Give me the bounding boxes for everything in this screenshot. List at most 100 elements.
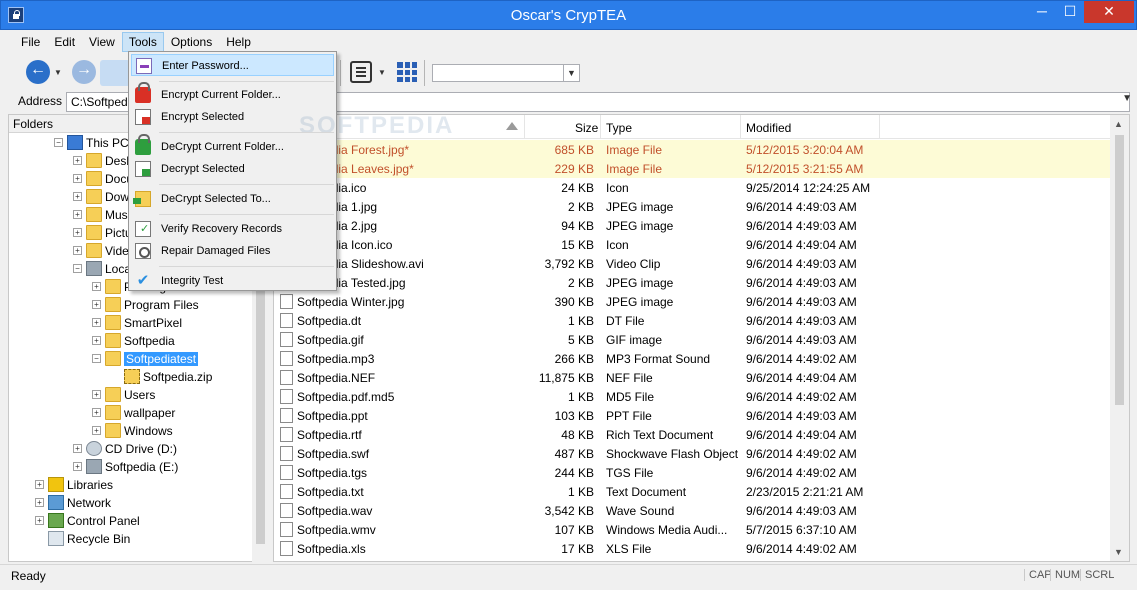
- col-header-size[interactable]: Size: [575, 121, 598, 135]
- forward-arrow-icon[interactable]: [72, 60, 96, 84]
- expand-icon[interactable]: +: [73, 462, 82, 471]
- tree-item[interactable]: + Users: [9, 386, 252, 404]
- menu-help[interactable]: Help: [219, 32, 258, 52]
- tree-item[interactable]: + CD Drive (D:): [9, 440, 252, 458]
- tree-item[interactable]: + wallpaper: [9, 404, 252, 422]
- file-row[interactable]: Softpedia.txt 1 KB Text Document 2/23/2015 …: [274, 482, 1110, 501]
- file-row[interactable]: Softpedia Icon.ico 15 KB Icon 9/6/2014 4:49…: [274, 235, 1110, 254]
- file-row[interactable]: Softpedia 2.jpg 94 KB JPEG image 9/6/2014 4…: [274, 216, 1110, 235]
- file-row[interactable]: Softpedia.ppt 103 KB PPT File 9/6/2014 4:49…: [274, 406, 1110, 425]
- collapse-icon[interactable]: −: [92, 354, 101, 363]
- file-row[interactable]: Softpedia.tgs 244 KB TGS File 9/6/2014 4:49…: [274, 463, 1110, 482]
- expand-icon[interactable]: +: [92, 408, 101, 417]
- file-row[interactable]: Softpedia Winter.jpg 390 KB JPEG image 9/6/…: [274, 292, 1110, 311]
- menu-file[interactable]: File: [14, 32, 47, 52]
- tree-item[interactable]: − Softpediatest: [9, 350, 252, 368]
- doc-unlock-icon: [135, 161, 151, 177]
- grid-view-icon[interactable]: [397, 62, 417, 82]
- tree-item[interactable]: + Windows: [9, 422, 252, 440]
- file-row[interactable]: Softpedia.swf 487 KB Shockwave Flash Objec…: [274, 444, 1110, 463]
- file-row[interactable]: Softpedia.dt 1 KB DT File 9/6/2014 4:49:03 …: [274, 311, 1110, 330]
- maximize-button[interactable]: ☐: [1056, 1, 1084, 23]
- back-arrow-icon[interactable]: [26, 60, 50, 84]
- menu-encrypt-current-folder[interactable]: Encrypt Current Folder...: [131, 82, 334, 106]
- menu-integrity-test[interactable]: ✔ Integrity Test: [131, 270, 334, 292]
- chevron-down-icon[interactable]: ▼: [563, 65, 579, 81]
- expand-icon[interactable]: +: [92, 282, 101, 291]
- file-row[interactable]: Softpedia Forest.jpg* 685 KB Image File 5/1…: [274, 140, 1110, 159]
- close-button[interactable]: ✕: [1084, 1, 1134, 23]
- file-icon: [280, 370, 293, 385]
- view-dropdown-icon[interactable]: ▼: [378, 68, 386, 77]
- file-row[interactable]: Softpedia.xls 17 KB XLS File 9/6/2014 4:49:…: [274, 539, 1110, 558]
- file-row[interactable]: Softpedia Slideshow.avi 3,792 KB Video Cli…: [274, 254, 1110, 273]
- menu-item-label: Repair Damaged Files: [161, 245, 271, 257]
- files-scrollbar[interactable]: ▲ ▼: [1110, 115, 1129, 561]
- col-header-modified[interactable]: Modified: [746, 121, 791, 135]
- tree-item[interactable]: + SmartPixel: [9, 314, 252, 332]
- tree-item[interactable]: + Libraries: [9, 476, 252, 494]
- file-row[interactable]: Softpedia Leaves.jpg* 229 KB Image File 5/1…: [274, 159, 1110, 178]
- file-row[interactable]: Softpedia.wav 3,542 KB Wave Sound 9/6/2014 …: [274, 501, 1110, 520]
- file-row[interactable]: Softpedia Tested.jpg 2 KB JPEG image 9/6/20…: [274, 273, 1110, 292]
- address-chevron-down-icon[interactable]: ▼: [1122, 93, 1132, 104]
- expand-icon[interactable]: +: [73, 156, 82, 165]
- file-row[interactable]: Softpedia.rtf 48 KB Rich Text Document 9/6/…: [274, 425, 1110, 444]
- folder-up-icon[interactable]: [100, 60, 130, 86]
- file-row[interactable]: Softpedia.ico24 KBIcon9/25/2014 12:24:25…: [274, 178, 1110, 197]
- menu-edit[interactable]: Edit: [47, 32, 82, 52]
- tree-item[interactable]: + Network: [9, 494, 252, 512]
- scroll-down-icon[interactable]: ▼: [1114, 547, 1123, 557]
- file-row[interactable]: Softpedia.pdf.md5 1 KB MD5 File 9/6/2014 4:…: [274, 387, 1110, 406]
- menu-enter-password[interactable]: Enter Password...: [131, 54, 334, 76]
- file-row[interactable]: Softpedia 1.jpg 2 KB JPEG image 9/6/2014 4:…: [274, 197, 1110, 216]
- col-header-type[interactable]: Type: [606, 121, 632, 135]
- expand-icon[interactable]: +: [73, 210, 82, 219]
- menu-decrypt-current-folder[interactable]: DeCrypt Current Folder...: [131, 134, 334, 158]
- collapse-icon[interactable]: −: [73, 264, 82, 273]
- file-row[interactable]: Softpedia.NEF 11,875 KB NEF File 9/6/2014 4…: [274, 368, 1110, 387]
- tree-item[interactable]: + Softpedia: [9, 332, 252, 350]
- expand-icon[interactable]: +: [73, 174, 82, 183]
- column-divider[interactable]: [740, 115, 741, 139]
- expand-icon[interactable]: +: [73, 228, 82, 237]
- collapse-icon[interactable]: −: [54, 138, 63, 147]
- file-row[interactable]: Softpedia.mp3 266 KB MP3 Format Sound 9/6/2…: [274, 349, 1110, 368]
- minimize-button[interactable]: ─: [1028, 1, 1056, 23]
- file-row[interactable]: Softpedia.wmv 107 KB Windows Media Audi...…: [274, 520, 1110, 539]
- expand-icon[interactable]: +: [92, 390, 101, 399]
- tree-item[interactable]: Softpedia.zip: [9, 368, 252, 386]
- column-divider[interactable]: [879, 115, 880, 139]
- list-view-icon[interactable]: [350, 61, 372, 83]
- expand-icon[interactable]: +: [92, 318, 101, 327]
- menu-decrypt-selected[interactable]: Decrypt Selected: [131, 158, 334, 180]
- expand-icon[interactable]: +: [92, 300, 101, 309]
- menu-view[interactable]: View: [82, 32, 122, 52]
- tree-item[interactable]: + Program Files: [9, 296, 252, 314]
- expand-icon[interactable]: +: [73, 246, 82, 255]
- toolbar-combo[interactable]: ▼: [432, 64, 580, 82]
- column-divider[interactable]: [524, 115, 525, 139]
- menu-verify-recovery-records[interactable]: Verify Recovery Records: [131, 218, 334, 240]
- tree-item[interactable]: + Control Panel: [9, 512, 252, 530]
- expand-icon[interactable]: +: [35, 516, 44, 525]
- tree-item[interactable]: + Softpedia (E:): [9, 458, 252, 476]
- back-dropdown-icon[interactable]: ▼: [54, 68, 62, 77]
- expand-icon[interactable]: +: [35, 480, 44, 489]
- file-row[interactable]: Softpedia.gif 5 KB GIF image 9/6/2014 4:49:…: [274, 330, 1110, 349]
- menu-repair-damaged-files[interactable]: Repair Damaged Files: [131, 240, 334, 262]
- menu-options[interactable]: Options: [164, 32, 219, 52]
- expand-icon[interactable]: +: [73, 444, 82, 453]
- scroll-up-icon[interactable]: ▲: [1114, 119, 1123, 129]
- expand-icon[interactable]: +: [73, 192, 82, 201]
- expand-icon[interactable]: +: [92, 336, 101, 345]
- column-divider[interactable]: [600, 115, 601, 139]
- menu-decrypt-selected-to[interactable]: DeCrypt Selected To...: [131, 188, 334, 210]
- files-scroll-thumb[interactable]: [1115, 135, 1124, 405]
- tree-item[interactable]: Recycle Bin: [9, 530, 252, 548]
- menu-encrypt-selected[interactable]: Encrypt Selected: [131, 106, 334, 128]
- tree-item-label: wallpaper: [124, 406, 176, 420]
- expand-icon[interactable]: +: [35, 498, 44, 507]
- menu-tools[interactable]: Tools: [121, 32, 164, 52]
- expand-icon[interactable]: +: [92, 426, 101, 435]
